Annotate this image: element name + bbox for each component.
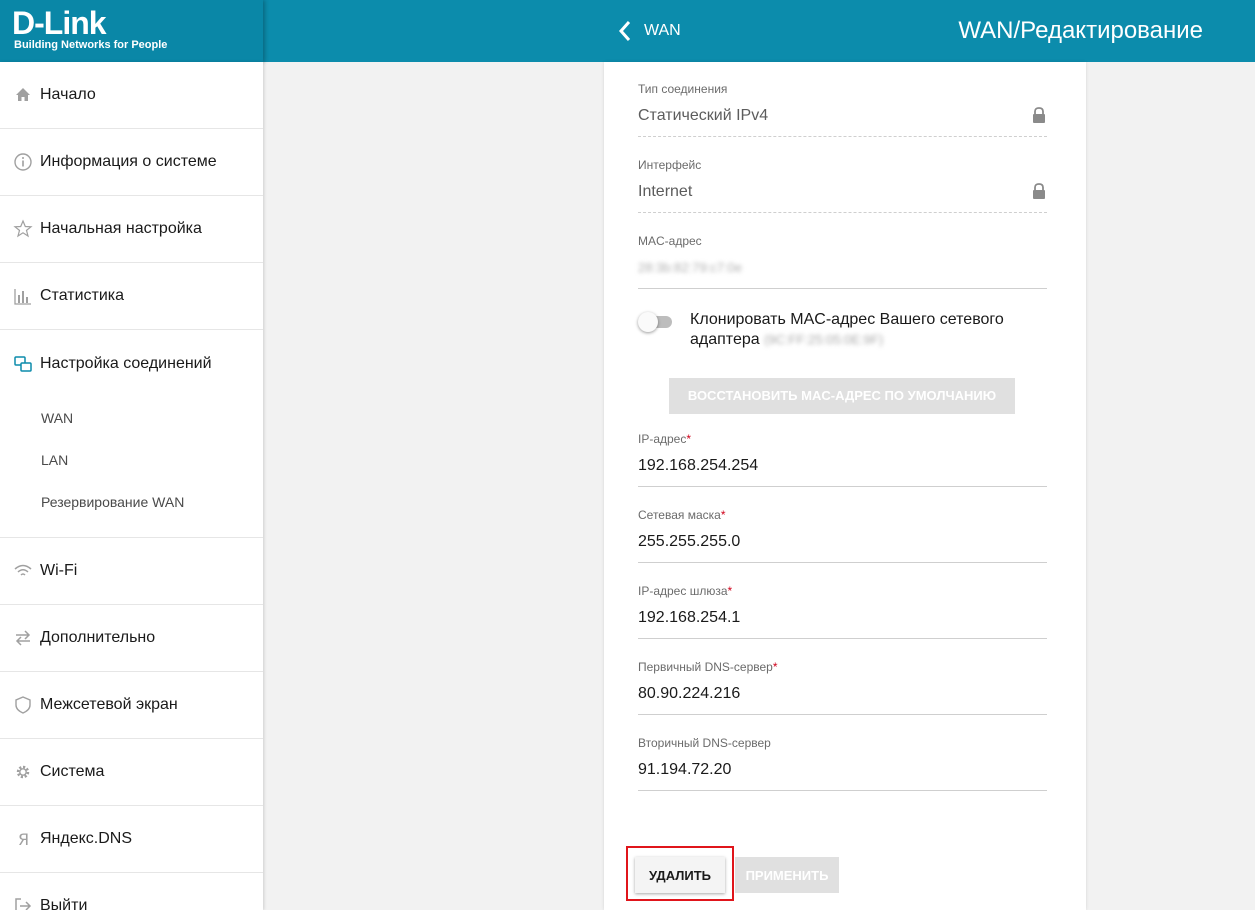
dns2-input[interactable]: 91.194.72.20 (638, 760, 1047, 791)
sidebar-item-label: Яндекс.DNS (40, 830, 133, 847)
connection-type-value: Статический IPv4 (638, 106, 1047, 137)
ip-field[interactable]: IP-адрес* 192.168.254.254 (638, 432, 1047, 487)
connections-icon (12, 353, 34, 375)
star-icon (12, 218, 34, 240)
sidebar-group-connections: Настройка соединений WAN LAN Резервирова… (0, 330, 263, 538)
mac-field[interactable]: MAC-адрес 28:3b:82:79:c7:0e (638, 234, 1047, 289)
dlink-logo: D-Link (12, 5, 107, 41)
gear-icon (12, 761, 34, 783)
sidebar-item-label: Настройка соединений (40, 354, 212, 372)
sidebar-item-label: Wi-Fi (40, 562, 78, 579)
mask-label: Сетевая маска* (638, 508, 726, 522)
apply-button[interactable]: ПРИМЕНИТЬ (735, 857, 839, 893)
connection-type-field: Тип соединения Статический IPv4 (638, 82, 1047, 137)
lock-icon (1033, 107, 1045, 123)
sidebar-item-system[interactable]: Система (0, 739, 263, 806)
sidebar-item-label: Начальная настройка (40, 220, 202, 237)
sidebar: Начало Информация о системе Начальная на… (0, 62, 263, 910)
clone-mac-row: Клонировать MAC-адрес Вашего сетевого ад… (638, 310, 1047, 350)
sidebar-item-connections[interactable]: Настройка соединений (0, 330, 263, 397)
ip-label: IP-адрес* (638, 432, 692, 446)
top-header: D-Link Building Networks for People WAN … (0, 0, 1255, 62)
sidebar-item-statistics[interactable]: Статистика (0, 263, 263, 330)
mac-input[interactable]: 28:3b:82:79:c7:0e (638, 258, 1047, 289)
ip-input[interactable]: 192.168.254.254 (638, 456, 1047, 487)
wan-edit-form: Тип соединения Статический IPv4 Интерфей… (604, 62, 1086, 910)
sidebar-item-start[interactable]: Начало (0, 62, 263, 129)
dns1-input[interactable]: 80.90.224.216 (638, 684, 1047, 715)
sidebar-item-firewall[interactable]: Межсетевой экран (0, 672, 263, 739)
sidebar-subitem-wan[interactable]: WAN (0, 397, 263, 439)
mask-input[interactable]: 255.255.255.0 (638, 532, 1047, 563)
sidebar-item-label: Начало (40, 86, 96, 103)
back-button[interactable]: WAN (618, 18, 681, 44)
sidebar-subitem-lan[interactable]: LAN (0, 439, 263, 481)
connection-type-label: Тип соединения (638, 82, 728, 96)
sidebar-item-label: Выйти (40, 897, 88, 910)
interface-value: Internet (638, 182, 1047, 213)
info-icon (12, 151, 34, 173)
gateway-label: IP-адрес шлюза* (638, 584, 733, 598)
logo-tagline: Building Networks for People (14, 39, 168, 51)
yandex-icon: Я (12, 828, 34, 850)
sidebar-item-label: Информация о системе (40, 153, 217, 170)
chevron-left-icon (618, 21, 631, 41)
arrows-icon (12, 627, 34, 649)
sidebar-item-logout[interactable]: Выйти (0, 873, 263, 910)
svg-text:Я: Я (18, 830, 29, 849)
shield-icon (12, 694, 34, 716)
lock-icon (1033, 183, 1045, 199)
dns2-field[interactable]: Вторичный DNS-сервер 91.194.72.20 (638, 736, 1047, 791)
dns1-label: Первичный DNS-сервер* (638, 660, 778, 674)
interface-field: Интерфейс Internet (638, 158, 1047, 213)
sidebar-subitem-wan-backup[interactable]: Резервирование WAN (0, 481, 263, 523)
sidebar-item-system-info[interactable]: Информация о системе (0, 129, 263, 196)
restore-mac-button[interactable]: ВОССТАНОВИТЬ MAC-АДРЕС ПО УМОЛЧАНИЮ (669, 378, 1015, 414)
sidebar-item-label: Система (40, 763, 105, 780)
back-label: WAN (644, 22, 681, 39)
clone-mac-label: Клонировать MAC-адрес Вашего сетевого ад… (690, 311, 1004, 348)
sidebar-item-advanced[interactable]: Дополнительно (0, 605, 263, 672)
logout-icon (12, 895, 34, 910)
interface-label: Интерфейс (638, 158, 702, 172)
sidebar-item-yandex-dns[interactable]: Я Яндекс.DNS (0, 806, 263, 873)
logo-area: D-Link Building Networks for People (0, 0, 263, 62)
sidebar-item-initial-setup[interactable]: Начальная настройка (0, 196, 263, 263)
dns1-field[interactable]: Первичный DNS-сервер* 80.90.224.216 (638, 660, 1047, 715)
wifi-icon (12, 560, 34, 582)
mac-label: MAC-адрес (638, 234, 702, 248)
clone-mac-toggle[interactable] (638, 312, 674, 332)
delete-button[interactable]: УДАЛИТЬ (635, 857, 725, 893)
gateway-field[interactable]: IP-адрес шлюза* 192.168.254.1 (638, 584, 1047, 639)
bar-chart-icon (12, 285, 34, 307)
mask-field[interactable]: Сетевая маска* 255.255.255.0 (638, 508, 1047, 563)
adapter-mac-value: (9C:FF:25:05:0E:9F) (764, 332, 884, 347)
dns2-label: Вторичный DNS-сервер (638, 736, 771, 750)
home-icon (12, 84, 34, 106)
sidebar-item-label: Межсетевой экран (40, 696, 178, 713)
gateway-input[interactable]: 192.168.254.1 (638, 608, 1047, 639)
sidebar-item-wifi[interactable]: Wi-Fi (0, 538, 263, 605)
sidebar-item-label: Дополнительно (40, 629, 156, 646)
page-title: WAN/Редактирование (958, 17, 1203, 44)
sidebar-item-label: Статистика (40, 287, 125, 304)
